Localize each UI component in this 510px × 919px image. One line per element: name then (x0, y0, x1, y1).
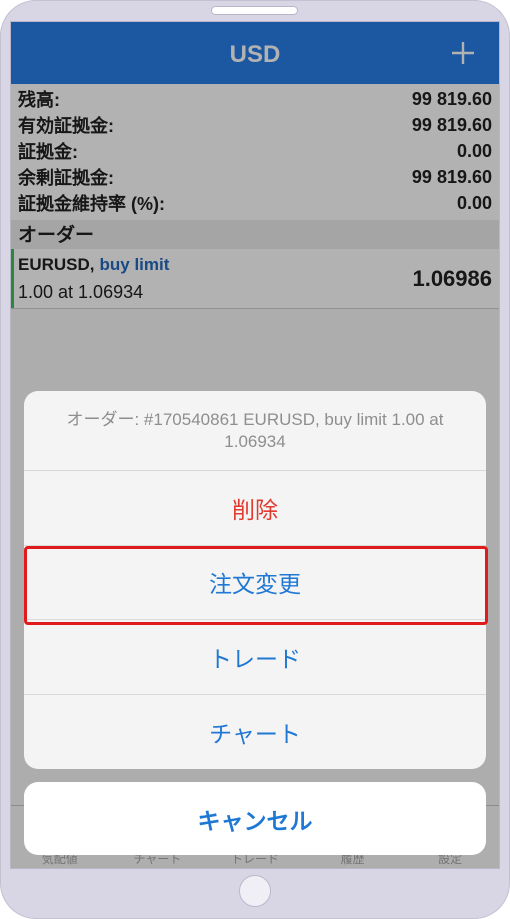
speaker-grille (211, 6, 298, 15)
action-trade[interactable]: トレード (24, 620, 486, 695)
action-chart[interactable]: チャート (24, 695, 486, 770)
action-delete[interactable]: 削除 (24, 471, 486, 546)
action-sheet-title: オーダー: #170540861 EURUSD, buy limit 1.00 … (24, 391, 486, 471)
phone-frame: USD 残高: 99 819.60 有効証拠金: 99 819.60 証拠金: … (0, 0, 510, 919)
home-button[interactable] (239, 875, 271, 907)
highlight-box (24, 546, 488, 625)
cancel-button[interactable]: キャンセル (24, 782, 486, 855)
screen: USD 残高: 99 819.60 有効証拠金: 99 819.60 証拠金: … (11, 22, 499, 868)
